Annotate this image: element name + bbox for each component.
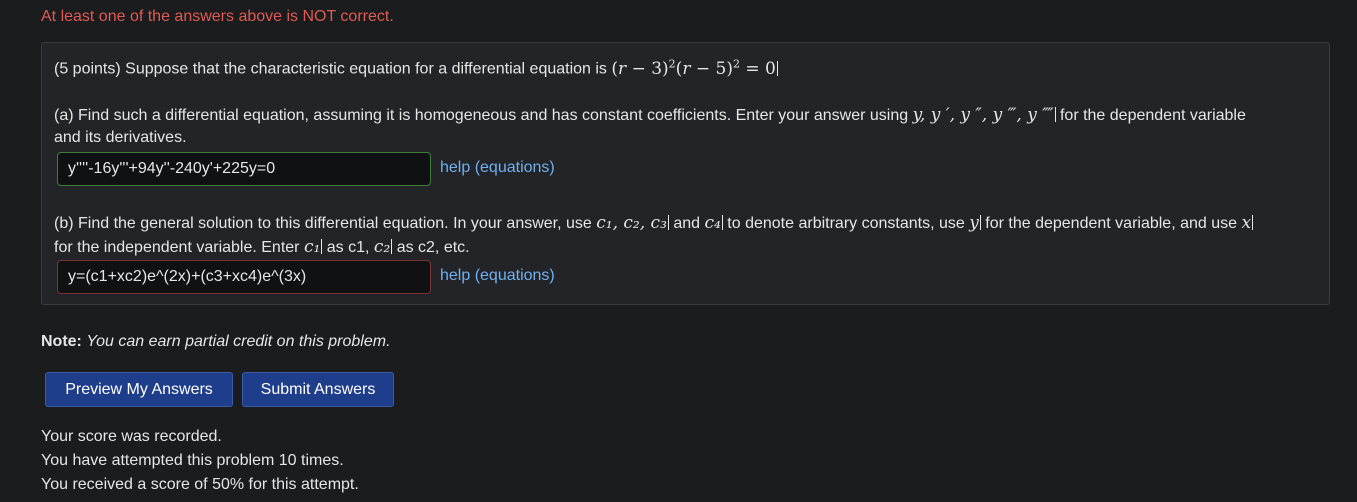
partial-credit-note: Note: You can earn partial credit on thi… [41,333,391,351]
part-a-instructions-cont: and its derivatives. [54,129,187,146]
characteristic-equation: (r − 3)2(r − 5)2 = 0 [611,57,776,79]
part-a-answer-input[interactable]: y''''-16y'''+94y''-240y'+225y=0 [57,152,431,186]
part-a-help-link[interactable]: help (equations) [440,159,555,177]
problem-statement: (5 points) Suppose that the characterist… [54,57,778,79]
problem-box: (5 points) Suppose that the characterist… [41,42,1330,305]
score-message-recorded: Your score was recorded. [41,428,222,445]
score-message-attempts: You have attempted this problem 10 times… [41,452,344,469]
derivative-variables: y, y ′, y ″, y ‴, y ⁗ [912,105,1054,125]
part-b-instructions: (b) Find the general solution to this di… [54,213,1254,233]
incorrect-answer-alert: At least one of the answers above is NOT… [41,8,394,25]
note-text: You can earn partial credit on this prob… [86,333,391,350]
score-message-percent: You received a score of 50% for this att… [41,476,359,493]
part-a-instructions: (a) Find such a differential equation, a… [54,105,1246,125]
note-label: Note: [41,333,82,350]
part-b-help-link[interactable]: help (equations) [440,267,555,285]
page: At least one of the answers above is NOT… [0,0,1357,502]
submit-answers-button[interactable]: Submit Answers [242,372,394,407]
problem-intro: (5 points) Suppose that the characterist… [54,60,607,78]
part-b-answer-input[interactable]: y=(c1+xc2)e^(2x)+(c3+xc4)e^(3x) [57,260,431,294]
preview-answers-button[interactable]: Preview My Answers [45,372,233,407]
part-b-instructions-cont: for the independent variable. Enter c₁ a… [54,237,470,257]
text-cursor [776,60,778,76]
